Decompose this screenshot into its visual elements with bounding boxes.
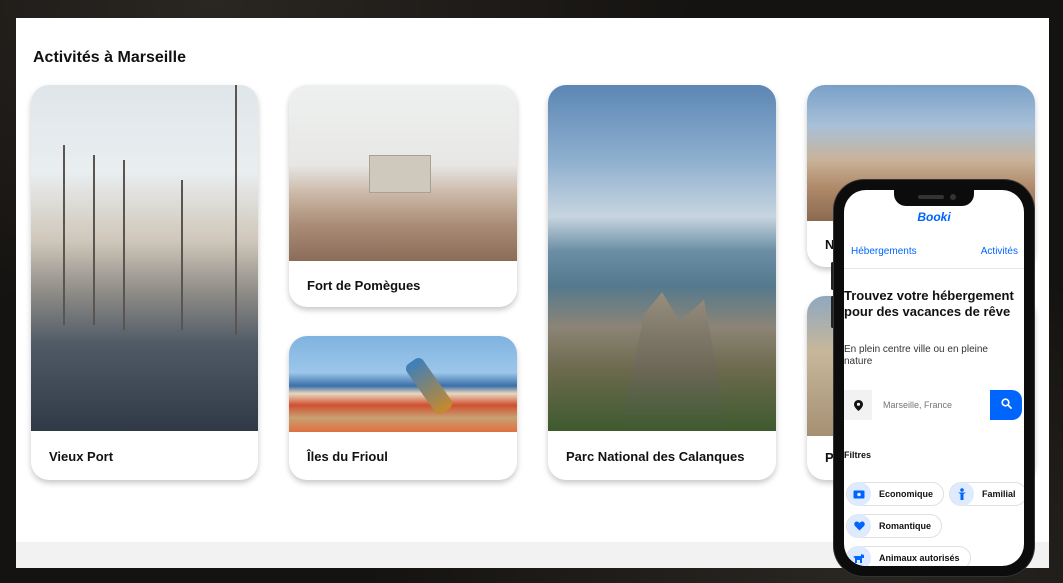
phone-screen: Booki Hébergements Activités Trouvez vot… bbox=[844, 190, 1024, 566]
activity-card-fort-de-pomegues[interactable]: Fort de Pomègues bbox=[289, 85, 517, 307]
filter-chip-romantique[interactable]: Romantique bbox=[846, 514, 943, 538]
section-title: Activités à Marseille bbox=[33, 49, 186, 66]
map-pin-icon bbox=[844, 390, 872, 420]
nav-divider bbox=[844, 268, 1024, 269]
filters-title: Filtres bbox=[844, 450, 872, 460]
nav-link-hebergements[interactable]: Hébergements bbox=[851, 246, 917, 257]
activity-card-iles-du-frioul[interactable]: Îles du Frioul bbox=[289, 336, 517, 480]
search-icon bbox=[1000, 396, 1012, 414]
chip-label: Animaux autorisés bbox=[879, 553, 960, 563]
vieux-port-image bbox=[31, 85, 258, 431]
hero-subtitle: En plein centre ville ou en pleine natur… bbox=[844, 344, 988, 367]
chip-label: Economique bbox=[879, 489, 934, 499]
phone-notch bbox=[894, 190, 974, 206]
card-label: Parc National des Calanques bbox=[566, 449, 745, 464]
cliff-shape bbox=[620, 292, 728, 431]
filter-chip-economique[interactable]: Economique bbox=[846, 482, 945, 506]
fort-shape bbox=[369, 155, 431, 193]
hero-title: Trouvez votre hébergement pour des vacan… bbox=[844, 288, 1014, 319]
phone-mockup: Booki Hébergements Activités Trouvez vot… bbox=[834, 180, 1034, 576]
person-icon bbox=[950, 482, 974, 506]
chip-label: Familial bbox=[982, 489, 1016, 499]
chip-label: Romantique bbox=[879, 521, 932, 531]
search-input[interactable] bbox=[873, 390, 988, 420]
activity-card-vieux-port[interactable]: Vieux Port bbox=[31, 85, 258, 480]
search-button[interactable] bbox=[990, 390, 1022, 420]
telescope-shape bbox=[403, 355, 455, 417]
activity-card-calanques[interactable]: Parc National des Calanques bbox=[548, 85, 776, 480]
fort-de-pomegues-image bbox=[289, 85, 517, 261]
money-icon bbox=[847, 482, 871, 506]
calanques-image bbox=[548, 85, 776, 431]
card-label: Vieux Port bbox=[49, 449, 114, 464]
booki-logo[interactable]: Booki bbox=[844, 210, 1024, 224]
camera bbox=[950, 194, 956, 200]
dog-icon bbox=[847, 546, 871, 566]
speaker bbox=[918, 195, 944, 199]
search-bar bbox=[844, 390, 1022, 420]
card-label: N bbox=[825, 237, 835, 252]
nav-link-activites[interactable]: Activités bbox=[981, 246, 1018, 257]
filter-chip-animaux[interactable]: Animaux autorisés bbox=[846, 546, 971, 566]
iles-du-frioul-image bbox=[289, 336, 517, 432]
filter-chip-familial[interactable]: Familial bbox=[949, 482, 1024, 506]
heart-icon bbox=[847, 514, 871, 538]
card-label: Îles du Frioul bbox=[307, 449, 388, 464]
card-label: Fort de Pomègues bbox=[307, 278, 421, 293]
